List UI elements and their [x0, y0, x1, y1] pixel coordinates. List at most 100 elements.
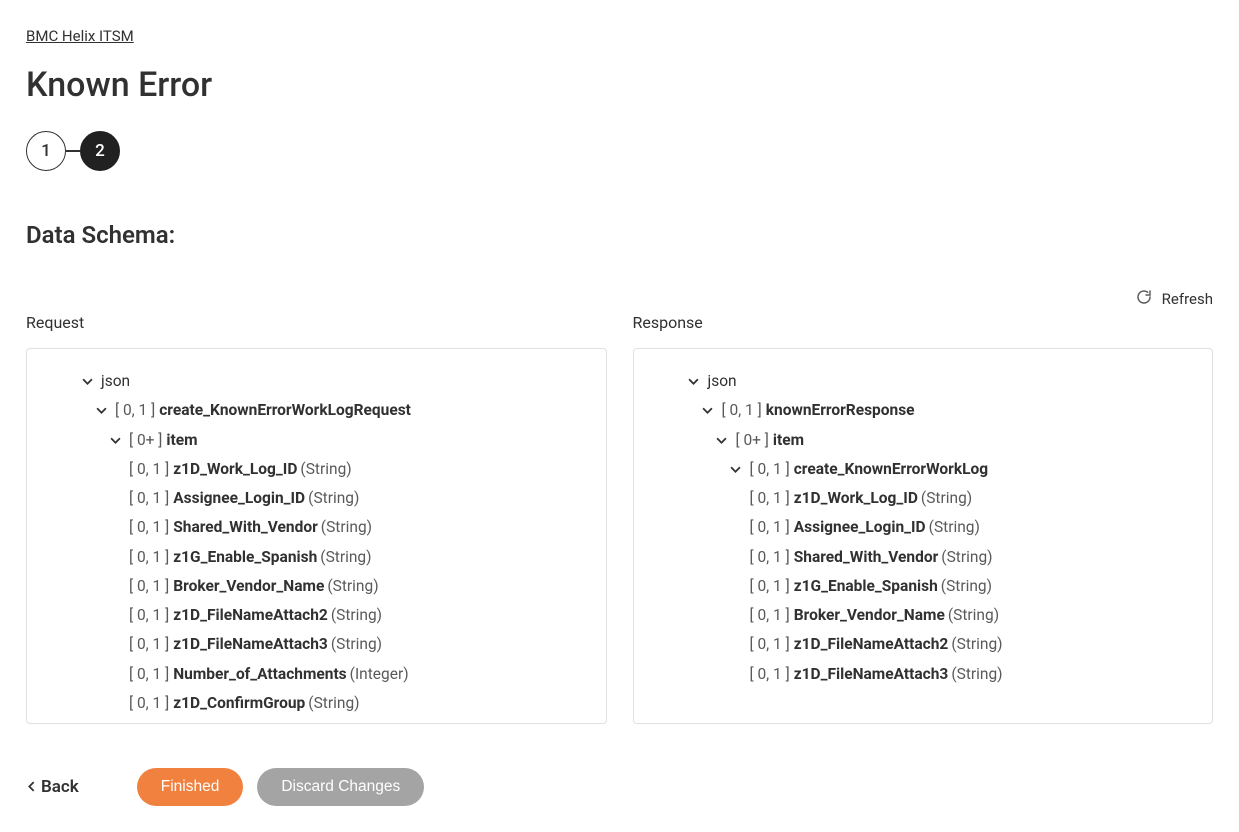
- cardinality: [ 0, 1 ]: [129, 458, 169, 481]
- finished-button[interactable]: Finished: [137, 768, 244, 806]
- tree-leaf[interactable]: [ 0, 1 ]Broker_Vendor_Name(String): [35, 572, 598, 601]
- cardinality: [ 0, 1 ]: [129, 604, 169, 627]
- chevron-left-icon: [26, 777, 37, 797]
- field-type: (String): [941, 546, 992, 569]
- cardinality: [ 0, 1 ]: [750, 546, 790, 569]
- field-name: z1D_FileNameAttach2: [173, 604, 328, 627]
- field-type: (String): [320, 546, 371, 569]
- chevron-down-icon: [728, 464, 744, 475]
- field-name: Assignee_Login_ID: [794, 516, 926, 539]
- tree-leaf[interactable]: [ 0, 1 ]z1D_FileNameAttach2(String): [35, 601, 598, 630]
- field-name: Shared_With_Vendor: [794, 546, 939, 569]
- cardinality: [ 0, 1 ]: [129, 516, 169, 539]
- tree-leaf[interactable]: [ 0, 1 ]Number_of_Attachments(Integer): [35, 660, 598, 689]
- footer-actions: Back Finished Discard Changes: [26, 768, 1213, 806]
- tree-leaf[interactable]: [ 0, 1 ]z1D_Work_Log_ID(String): [35, 455, 598, 484]
- field-name: z1G_Enable_Spanish: [173, 546, 317, 569]
- chevron-down-icon: [79, 376, 95, 387]
- cardinality: [ 0, 1 ]: [750, 487, 790, 510]
- chevron-down-icon: [714, 435, 730, 446]
- discard-changes-button[interactable]: Discard Changes: [257, 768, 424, 806]
- back-label: Back: [41, 777, 79, 797]
- tree-leaf[interactable]: [ 0, 1 ]z1D_FileNameAttach3(String): [35, 630, 598, 659]
- field-name: z1D_FileNameAttach3: [794, 663, 949, 686]
- node-name: item: [166, 429, 197, 452]
- tree-leaf[interactable]: [ 0, 1 ]Shared_With_Vendor(String): [35, 513, 598, 542]
- tree-leaf[interactable]: [ 0, 1 ]Assignee_Login_ID(String): [642, 513, 1205, 542]
- field-name: z1D_FileNameAttach2: [794, 633, 949, 656]
- node-label: json: [101, 370, 130, 393]
- field-name: Broker_Vendor_Name: [794, 604, 945, 627]
- tree-leaf[interactable]: [ 0, 1 ]z1D_FileNameAttach3(String): [642, 660, 1205, 689]
- field-type: (String): [331, 604, 382, 627]
- stepper: 1 2: [26, 131, 1213, 171]
- response-header: Response: [633, 313, 1214, 332]
- field-type: (String): [951, 663, 1002, 686]
- back-button[interactable]: Back: [26, 771, 89, 803]
- chevron-down-icon: [107, 435, 123, 446]
- tree-leaf[interactable]: [ 0, 1 ]Broker_Vendor_Name(String): [642, 601, 1205, 630]
- tree-node-request-root[interactable]: [ 0, 1 ] create_KnownErrorWorkLogRequest: [35, 396, 598, 425]
- cardinality: [ 0, 1 ]: [129, 663, 169, 686]
- cardinality: [ 0, 1 ]: [750, 516, 790, 539]
- field-type: (String): [321, 516, 372, 539]
- cardinality: [ 0, 1 ]: [115, 399, 155, 422]
- tree-node-response-root[interactable]: [ 0, 1 ] knownErrorResponse: [642, 396, 1205, 425]
- cardinality: [ 0, 1 ]: [129, 633, 169, 656]
- response-column: Response json [ 0, 1 ] knownErrorRespons…: [633, 313, 1214, 724]
- field-type: (String): [308, 487, 359, 510]
- section-heading: Data Schema:: [26, 221, 1213, 249]
- field-type: (String): [331, 633, 382, 656]
- breadcrumb-link[interactable]: BMC Helix ITSM: [26, 27, 134, 45]
- cardinality: [ 0+ ]: [129, 429, 162, 452]
- node-label: json: [708, 370, 737, 393]
- node-name: create_KnownErrorWorkLogRequest: [159, 399, 411, 422]
- request-tree: json [ 0, 1 ] create_KnownErrorWorkLogRe…: [26, 348, 607, 724]
- tree-leaf[interactable]: [ 0, 1 ]z1D_FileNameAttach2(String): [642, 630, 1205, 659]
- tree-leaf[interactable]: [ 0, 1 ]Shared_With_Vendor(String): [642, 543, 1205, 572]
- chevron-down-icon: [700, 405, 716, 416]
- tree-leaf[interactable]: [ 0, 1 ]z1G_Enable_Spanish(String): [35, 543, 598, 572]
- refresh-label: Refresh: [1162, 290, 1213, 308]
- cardinality: [ 0, 1 ]: [750, 663, 790, 686]
- cardinality: [ 0, 1 ]: [129, 546, 169, 569]
- cardinality: [ 0, 1 ]: [129, 487, 169, 510]
- node-name: item: [773, 429, 804, 452]
- tree-node-item[interactable]: [ 0+ ] item: [642, 426, 1205, 455]
- cardinality: [ 0, 1 ]: [750, 633, 790, 656]
- refresh-icon: [1136, 289, 1152, 309]
- cardinality: [ 0, 1 ]: [750, 458, 790, 481]
- request-column: Request json [ 0, 1 ] create_KnownErrorW…: [26, 313, 607, 724]
- tree-leaf[interactable]: [ 0, 1 ]z1D_ConfirmGroup(String): [35, 689, 598, 718]
- tree-node-inner[interactable]: [ 0, 1 ] create_KnownErrorWorkLog: [642, 455, 1205, 484]
- step-1[interactable]: 1: [26, 131, 66, 171]
- step-2[interactable]: 2: [80, 131, 120, 171]
- field-name: Assignee_Login_ID: [173, 487, 305, 510]
- chevron-down-icon: [93, 405, 109, 416]
- chevron-down-icon: [686, 376, 702, 387]
- cardinality: [ 0, 1 ]: [750, 575, 790, 598]
- field-name: Broker_Vendor_Name: [173, 575, 324, 598]
- field-type: (String): [941, 575, 992, 598]
- field-type: (String): [308, 692, 359, 715]
- field-name: Shared_With_Vendor: [173, 516, 318, 539]
- field-name: z1D_Work_Log_ID: [794, 487, 918, 510]
- step-connector: [66, 150, 80, 152]
- tree-leaf[interactable]: [ 0, 1 ]Assignee_Login_ID(String): [35, 484, 598, 513]
- tree-leaf[interactable]: [ 0, 1 ]z1G_Enable_Spanish(String): [642, 572, 1205, 601]
- tree-node-json[interactable]: json: [35, 367, 598, 396]
- tree-leaf[interactable]: [ 0, 1 ]z1D_Work_Log_ID(String): [642, 484, 1205, 513]
- tree-node-json[interactable]: json: [642, 367, 1205, 396]
- field-type: (String): [300, 458, 351, 481]
- field-type: (String): [948, 604, 999, 627]
- cardinality: [ 0+ ]: [736, 429, 769, 452]
- refresh-button[interactable]: Refresh: [26, 289, 1213, 309]
- field-type: (Integer): [350, 663, 409, 686]
- field-name: z1D_FileNameAttach3: [173, 633, 328, 656]
- field-type: (String): [929, 516, 980, 539]
- page-title: Known Error: [26, 65, 1213, 105]
- cardinality: [ 0, 1 ]: [129, 575, 169, 598]
- field-name: z1D_ConfirmGroup: [173, 692, 305, 715]
- tree-node-item[interactable]: [ 0+ ] item: [35, 426, 598, 455]
- node-name: create_KnownErrorWorkLog: [794, 458, 988, 481]
